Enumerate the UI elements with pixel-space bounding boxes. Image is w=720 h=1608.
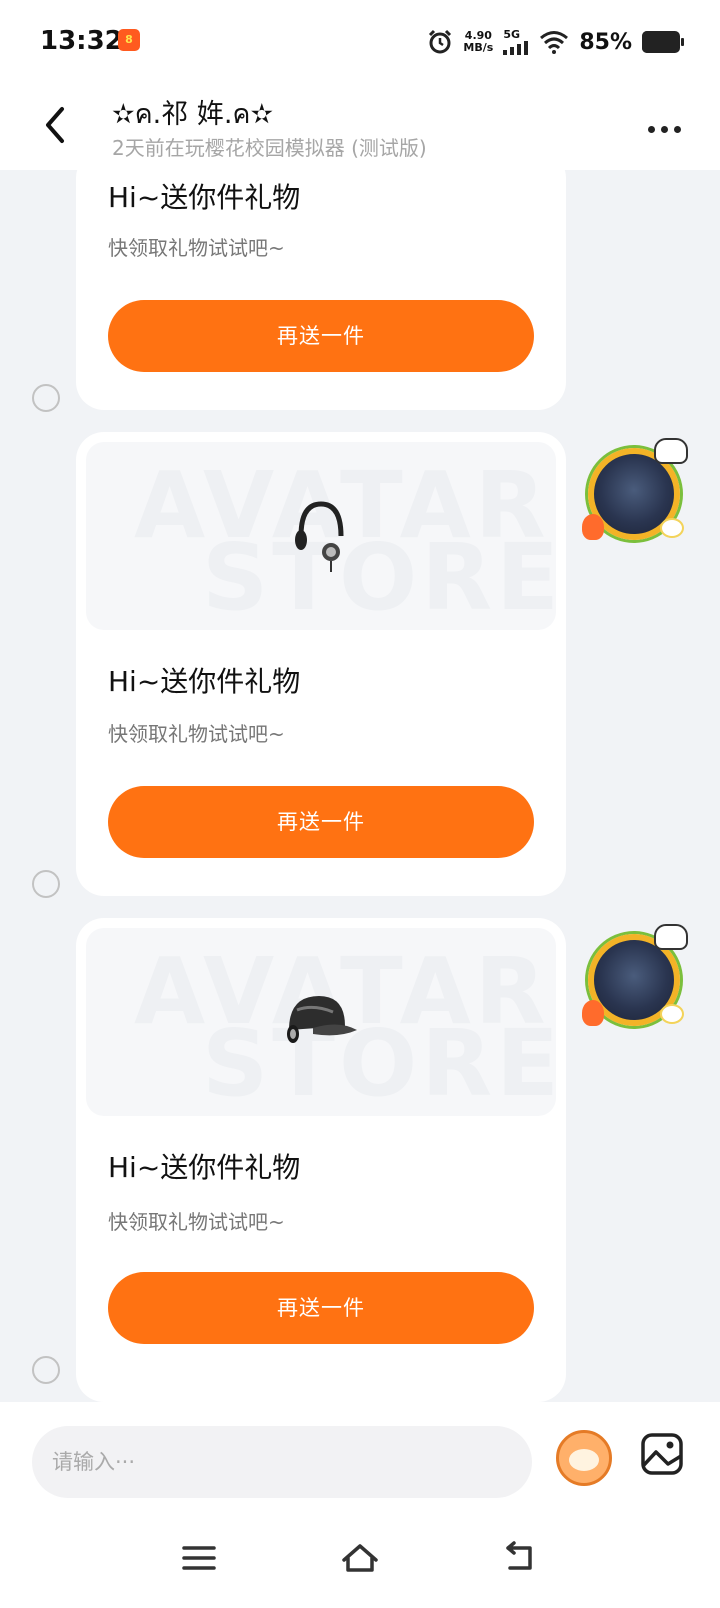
status-time: 13:32 xyxy=(40,26,123,56)
back-button[interactable] xyxy=(36,102,76,148)
more-dots-icon xyxy=(647,125,655,133)
signal-icon: 5G xyxy=(503,29,529,55)
send-again-button[interactable]: 再送一件 xyxy=(108,1272,534,1344)
select-radio[interactable] xyxy=(32,870,60,898)
chat-header: ✫ค.祁 姩.ค✫ 2天前在玩樱花校园模拟器 (测试版) xyxy=(0,84,720,170)
status-icons: 4.90 MB/s 5G 85% xyxy=(427,24,684,60)
gift-item xyxy=(86,442,556,630)
cat-decoration-icon xyxy=(654,438,688,464)
send-again-button[interactable]: 再送一件 xyxy=(108,786,534,858)
net-speed-unit: MB/s xyxy=(463,41,494,54)
contact-name[interactable]: ✫ค.祁 姩.ค✫ xyxy=(112,92,273,135)
gift-preview-image[interactable]: AVATAR STORE xyxy=(86,442,556,630)
battery-fill xyxy=(642,31,675,53)
back-icon[interactable] xyxy=(500,1540,540,1576)
menu-icon[interactable] xyxy=(180,1540,220,1576)
carrot-decoration-icon xyxy=(582,514,604,540)
gift-title: Hi~送你件礼物 xyxy=(108,1151,301,1184)
cat-decoration-icon xyxy=(654,924,688,950)
mascot-emoji-icon[interactable] xyxy=(556,1430,612,1486)
carrot-decoration-icon xyxy=(582,1000,604,1026)
home-icon[interactable] xyxy=(340,1540,380,1576)
gift-title: Hi~送你件礼物 xyxy=(108,181,301,214)
gift-message-card: AVATAR STORE Hi~送你件礼物 快领取礼物试试吧~ 再送一件 xyxy=(76,432,566,896)
egg-decoration-icon xyxy=(660,1004,684,1024)
more-dot xyxy=(660,125,668,133)
gift-message-card: Hi~送你件礼物 快领取礼物试试吧~ 再送一件 xyxy=(76,170,566,410)
gift-description: 快领取礼物试试吧~ xyxy=(108,722,285,746)
gift-message-card: AVATAR STORE Hi~送你件礼物 快领取礼物试试吧~ 再送一件 xyxy=(76,918,566,1402)
sender-avatar[interactable] xyxy=(582,438,688,540)
message-input-bar: 请输入··· xyxy=(0,1402,720,1502)
cap-icon xyxy=(287,996,357,1043)
status-bar: 13:32 8 4.90 MB/s 5G 85% xyxy=(0,0,720,84)
gift-description: 快领取礼物试试吧~ xyxy=(108,236,285,260)
mascot-face xyxy=(569,1449,599,1471)
battery-icon xyxy=(642,31,684,53)
system-nav-bar xyxy=(0,1502,720,1608)
more-dot xyxy=(673,125,681,133)
send-again-button[interactable]: 再送一件 xyxy=(108,300,534,372)
alarm-icon xyxy=(429,29,452,54)
select-radio[interactable] xyxy=(32,1356,60,1384)
more-button[interactable] xyxy=(644,114,684,144)
chevron-left-icon xyxy=(46,107,64,143)
gift-preview-image[interactable]: AVATAR STORE xyxy=(86,928,556,1116)
network-type: 5G xyxy=(503,28,521,41)
gift-item xyxy=(86,928,556,1116)
wifi-icon xyxy=(540,31,569,54)
message-input[interactable]: 请输入··· xyxy=(32,1426,532,1498)
app-notification-icon: 8 xyxy=(118,29,140,51)
contact-status: 2天前在玩樱花校园模拟器 (测试版) xyxy=(112,136,427,160)
gift-description: 快领取礼物试试吧~ xyxy=(108,1210,285,1234)
egg-decoration-icon xyxy=(660,518,684,538)
headphones-icon xyxy=(295,501,344,572)
sender-avatar[interactable] xyxy=(582,924,688,1026)
image-icon[interactable] xyxy=(640,1432,684,1476)
gift-title: Hi~送你件礼物 xyxy=(108,665,301,698)
chat-message-list[interactable]: Hi~送你件礼物 快领取礼物试试吧~ 再送一件 AVATAR STORE Hi~… xyxy=(0,170,720,1402)
net-speed: 4.90 MB/s xyxy=(463,30,493,54)
select-radio[interactable] xyxy=(32,384,60,412)
battery-percent: 85% xyxy=(579,29,632,55)
